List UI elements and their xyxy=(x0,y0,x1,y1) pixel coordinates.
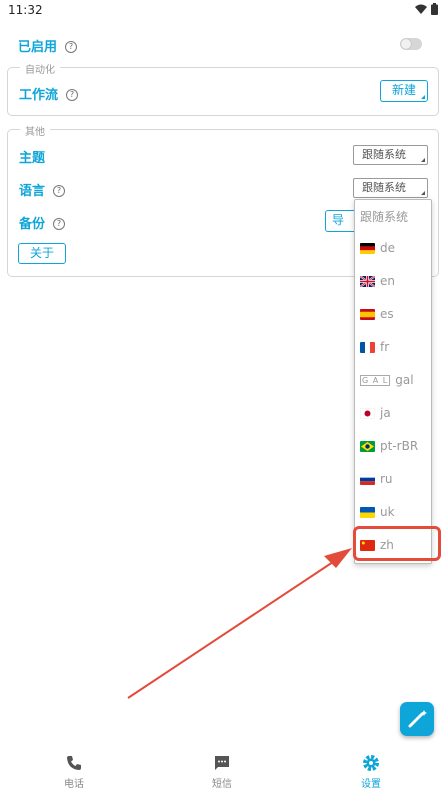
nav-item-phone[interactable]: 电话 xyxy=(39,754,109,790)
nav-phone-label: 电话 xyxy=(64,779,84,790)
message-icon xyxy=(215,756,229,770)
phone-icon xyxy=(67,756,81,770)
nav-item-settings[interactable]: 设置 xyxy=(336,754,406,790)
wand-icon xyxy=(408,710,427,728)
nav-item-sms[interactable]: 短信 xyxy=(187,754,257,790)
gear-icon xyxy=(363,755,379,771)
nav-settings-label: 设置 xyxy=(361,779,381,790)
bottom-navigation: 电话 短信 设置 xyxy=(0,748,446,794)
nav-sms-label: 短信 xyxy=(212,779,232,790)
floating-action-button[interactable] xyxy=(400,702,434,736)
annotation-arrow-icon xyxy=(127,548,352,699)
